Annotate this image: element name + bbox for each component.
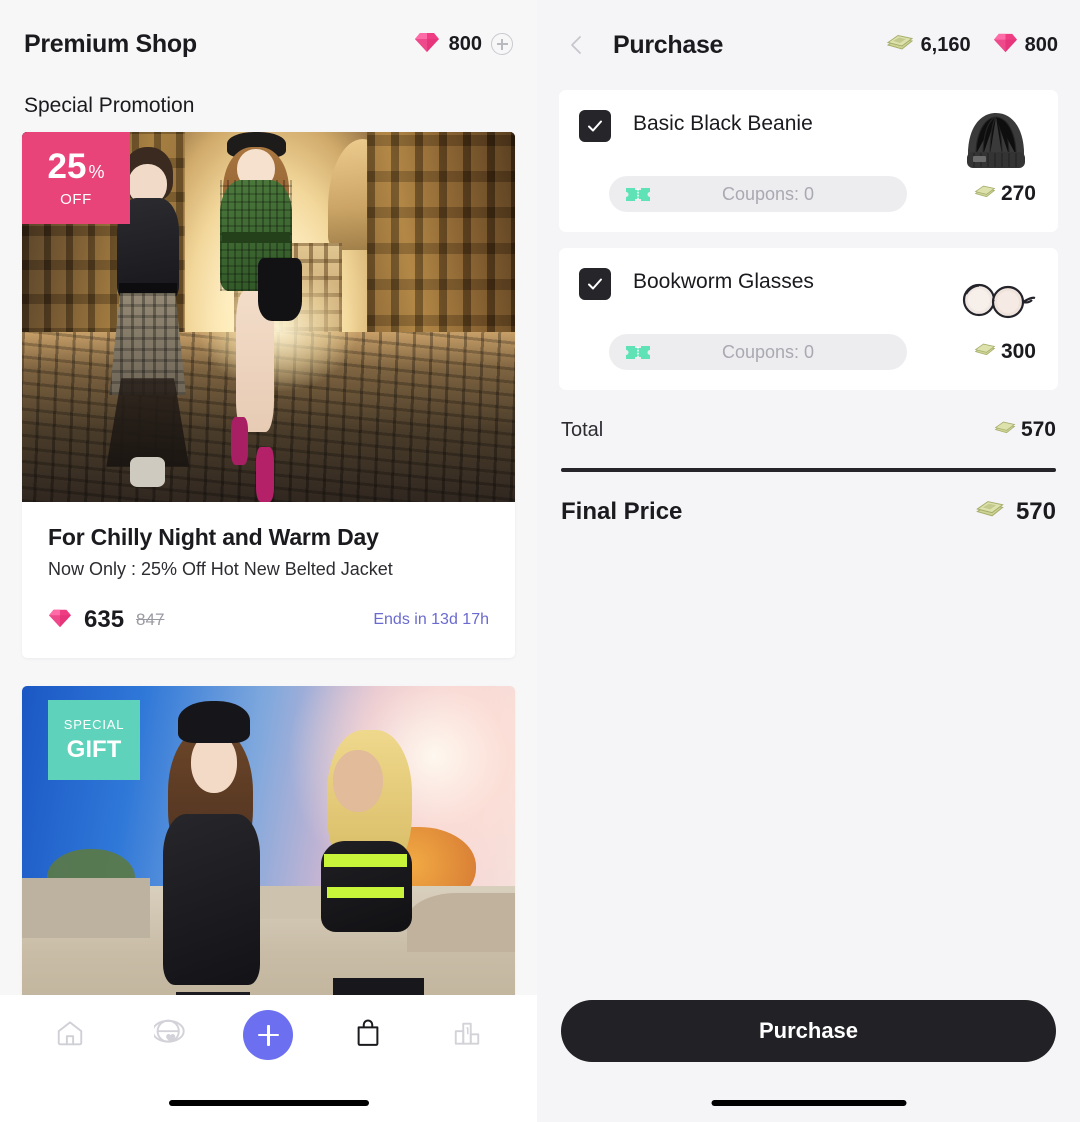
money-stack-icon (974, 184, 996, 205)
final-price-value: 570 (1015, 498, 1056, 525)
gem-balance-value: 800 (1024, 33, 1058, 56)
discount-badge: 25 % OFF (22, 132, 130, 224)
gift-badge-line2: GIFT (66, 735, 122, 763)
promo-card-discount[interactable]: 25 % OFF For Chilly Night and Warm Day N… (22, 132, 515, 658)
item-price-group: 300 (974, 340, 1036, 364)
final-price-group: 570 (975, 498, 1056, 526)
nav-item-shop[interactable] (336, 1003, 400, 1067)
ticket-icon (625, 185, 651, 204)
plus-icon[interactable] (243, 1010, 294, 1060)
money-stack-icon (975, 499, 1005, 525)
total-value: 570 (1020, 418, 1056, 441)
purchase-item-row[interactable]: Bookworm Glasses Coupons: 0 300 (559, 248, 1058, 390)
home-indicator (168, 1100, 369, 1106)
gift-badge: SPECIAL GIFT (48, 700, 140, 780)
promo-subtext: Now Only : 25% Off Hot New Belted Jacket (48, 559, 393, 579)
section-title-special-promotion: Special Promotion (24, 94, 195, 117)
app-screen: Premium Shop 800 Special Promotion 25 % … (0, 0, 1080, 1122)
nav-item-ranking[interactable] (435, 1003, 499, 1067)
money-stack-icon (974, 342, 996, 363)
nav-item-create[interactable] (236, 1003, 300, 1067)
item-checkbox[interactable] (579, 110, 611, 142)
item-price-value: 300 (1000, 340, 1036, 363)
gift-badge-line1: SPECIAL (63, 716, 125, 732)
final-price-row: Final Price 570 (537, 472, 1080, 526)
item-checkbox[interactable] (579, 268, 611, 300)
item-name: Basic Black Beanie (633, 112, 813, 135)
ranking-podium-icon (452, 1018, 482, 1053)
promo-headline: For Chilly Night and Warm Day (48, 524, 379, 550)
purchase-header: Purchase 6,160 800 (537, 0, 1080, 90)
shopping-bag-icon (353, 1018, 383, 1053)
nav-item-social[interactable] (137, 1003, 201, 1067)
home-icon (55, 1018, 85, 1053)
coupon-selector[interactable]: Coupons: 0 (609, 334, 907, 370)
final-price-label: Final Price (561, 498, 683, 525)
promo-artwork-street: 25 % OFF (22, 132, 515, 502)
gem-balance-group[interactable]: 800 (993, 31, 1058, 59)
money-balance-group[interactable]: 6,160 (886, 33, 971, 58)
money-balance-value: 6,160 (920, 33, 971, 56)
round-glasses-icon (954, 262, 1038, 340)
gem-balance-value: 800 (448, 32, 482, 55)
coupon-count-label: Coupons: 0 (721, 183, 815, 204)
gem-balance-group[interactable]: 800 (414, 30, 513, 59)
promo-price-current: 635 (84, 606, 125, 633)
promo-footer: 635 847 Ends in 13d 17h (48, 606, 489, 634)
money-stack-icon (994, 420, 1016, 441)
item-price-value: 270 (1000, 182, 1036, 205)
money-stack-icon (886, 33, 914, 58)
avatar-green-jacket (199, 132, 312, 502)
nav-item-home[interactable] (38, 1003, 102, 1067)
promo-body: For Chilly Night and Warm Day Now Only :… (22, 502, 515, 658)
header-balances: 6,160 800 (886, 31, 1058, 59)
item-price-group: 270 (974, 182, 1036, 206)
coupon-count-label: Coupons: 0 (721, 341, 815, 362)
purchase-button[interactable]: Purchase (561, 1000, 1056, 1062)
diamond-icon (48, 607, 72, 634)
premium-shop-panel: Premium Shop 800 Special Promotion 25 % … (0, 0, 537, 1122)
total-row: Total 570 (537, 406, 1080, 456)
promo-price-original: 847 (136, 610, 165, 629)
promotion-list: 25 % OFF For Chilly Night and Warm Day N… (0, 132, 537, 1056)
coupon-selector[interactable]: Coupons: 0 (609, 176, 907, 212)
discount-badge-percent: % (88, 161, 105, 182)
total-value-group: 570 (994, 418, 1056, 442)
page-title: Premium Shop (24, 29, 197, 58)
ticket-icon (625, 343, 651, 362)
home-indicator (711, 1100, 906, 1106)
plus-circle-icon[interactable] (491, 33, 513, 55)
bottom-navigation-bar (0, 995, 537, 1122)
item-name: Bookworm Glasses (633, 270, 814, 293)
shop-header: Premium Shop 800 (0, 0, 537, 88)
page-title: Purchase (613, 30, 724, 59)
purchase-items-list: Basic Black Beanie Coupons: 0 270 Bookwo… (537, 90, 1080, 390)
diamond-icon (414, 30, 440, 59)
promo-countdown: Ends in 13d 17h (373, 611, 489, 628)
nav-items (0, 995, 537, 1075)
total-label: Total (561, 418, 604, 441)
chevron-left-icon[interactable] (563, 32, 589, 58)
promo-price-group: 635 847 (48, 606, 164, 634)
discount-badge-off: OFF (60, 190, 92, 208)
purchase-panel: Purchase 6,160 800 Basic Black Beanie Co… (537, 0, 1080, 1122)
black-beanie-icon (954, 104, 1038, 182)
diamond-icon (993, 31, 1018, 59)
purchase-item-row[interactable]: Basic Black Beanie Coupons: 0 270 (559, 90, 1058, 232)
discount-badge-number: 25 (47, 146, 87, 186)
globe-heart-icon (151, 1017, 185, 1053)
